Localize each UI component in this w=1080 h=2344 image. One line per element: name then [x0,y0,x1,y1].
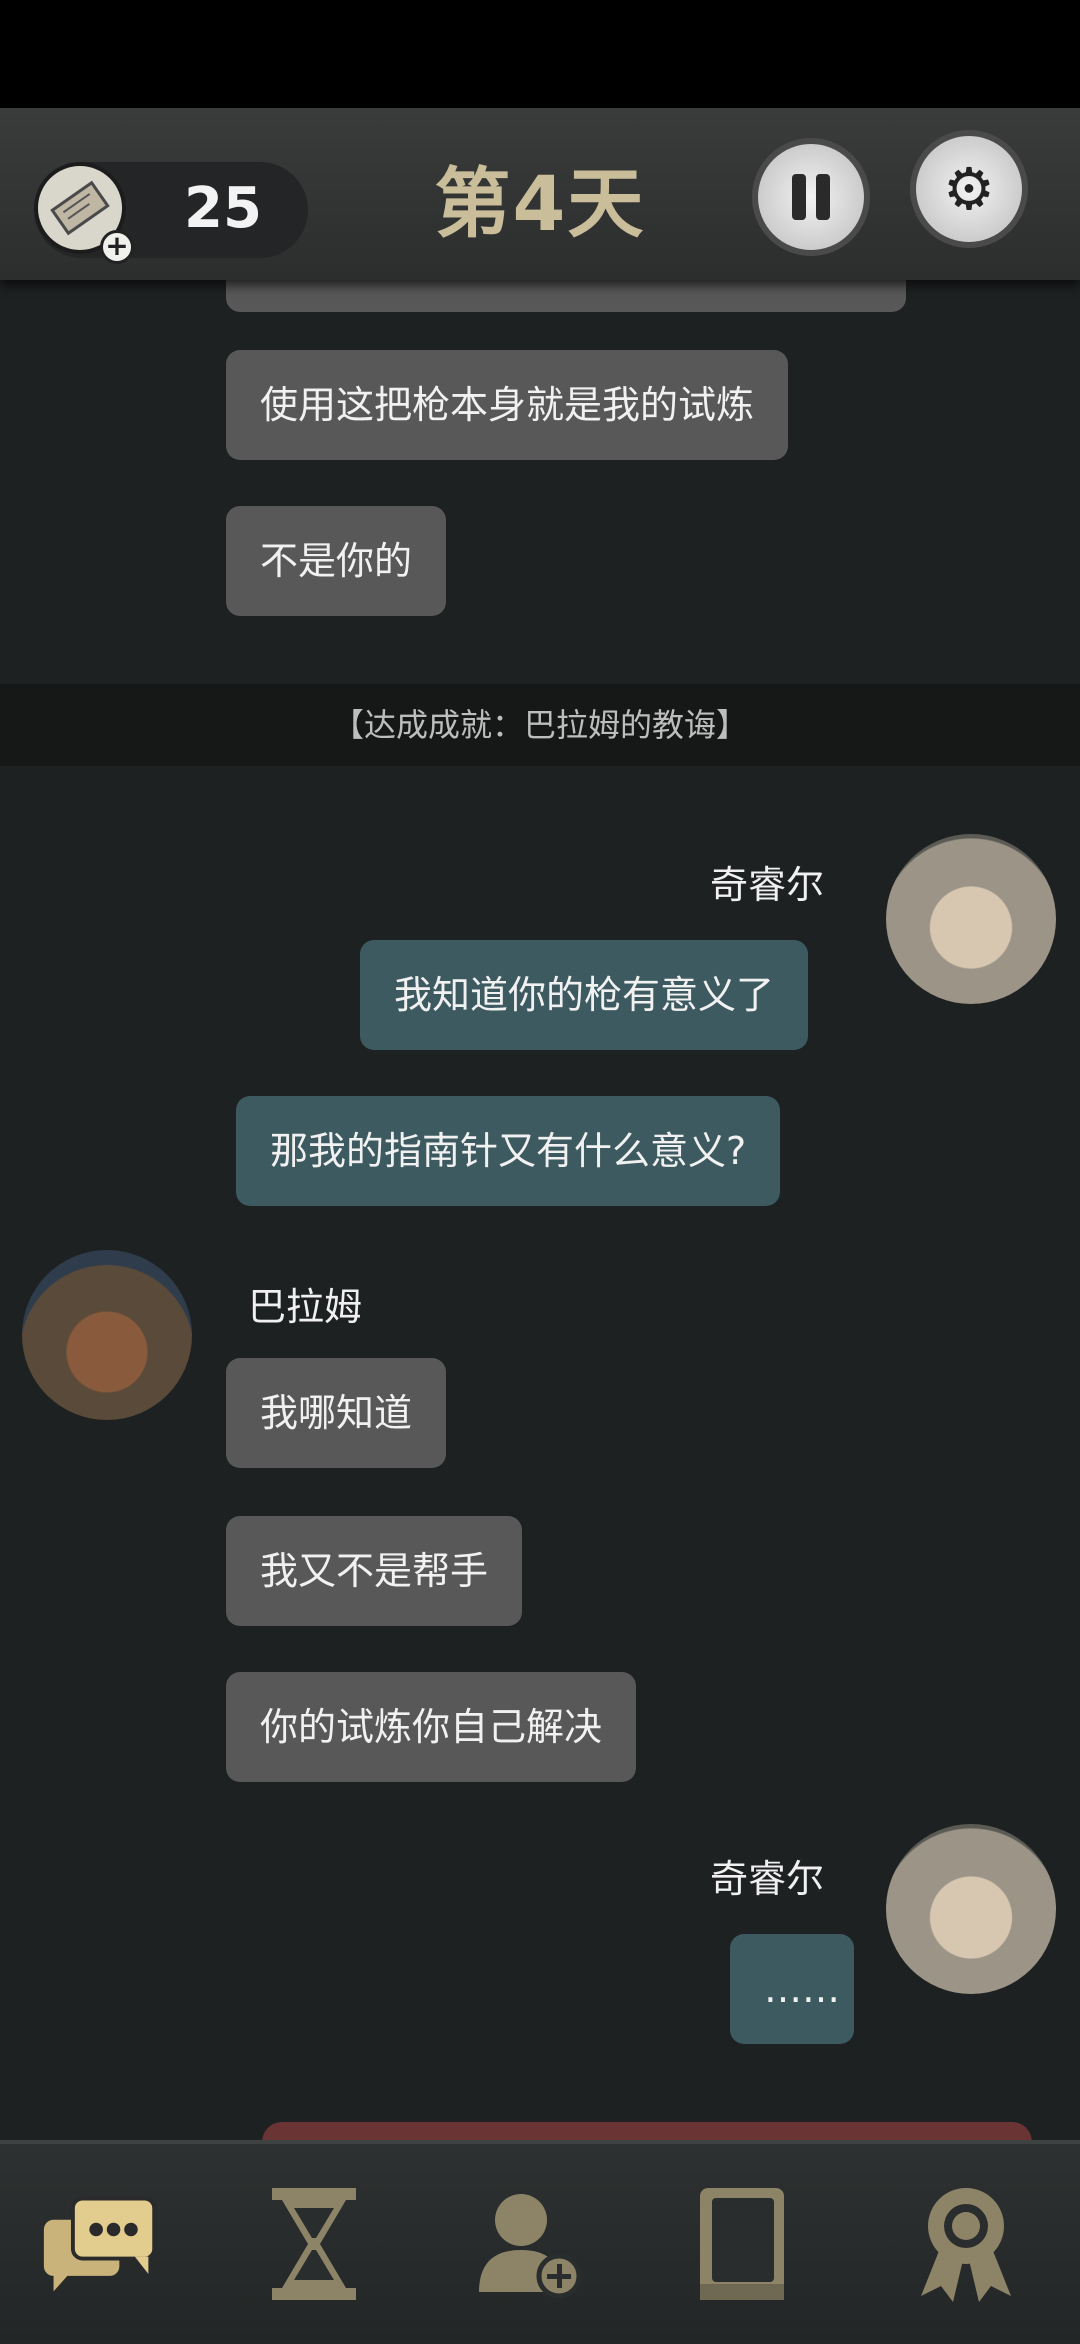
ticket-count: 25 [184,176,262,241]
message-bubble: 不是你的 [226,506,447,616]
sender-name: 巴拉姆 [248,1285,363,1329]
bottom-nav [0,2140,1080,2344]
book-icon [700,2188,784,2300]
pause-icon [792,174,806,220]
gear-icon: ⚙ [943,155,995,223]
hourglass-icon [272,2188,356,2300]
add-friend-icon [479,2194,582,2299]
achievement-icon [921,2188,1011,2302]
nav-book[interactable] [682,2184,802,2304]
message-bubble: 我哪知道 [226,1358,447,1468]
add-ticket-icon[interactable]: + [100,230,134,264]
avatar-balam[interactable] [22,1250,192,1420]
ticket-counter[interactable]: + 25 [34,162,308,264]
nav-add-friend[interactable] [468,2184,588,2304]
sender-name: 奇睿尔 [710,1857,825,1901]
message-bubble: …… [730,1934,854,2044]
pause-button[interactable] [752,138,870,256]
nav-hourglass[interactable] [254,2184,374,2304]
day-title: 第4天 [434,159,646,248]
chat-icon [43,2196,157,2292]
achievement-banner: 【达成成就：巴拉姆的教诲】 [0,684,1080,766]
avatar-kizar[interactable] [886,1824,1056,1994]
message-bubble-partial [226,280,906,312]
avatar-kizar[interactable] [886,834,1056,1004]
nav-chat[interactable] [40,2184,160,2304]
status-bar [0,0,1080,108]
top-bar: + 25 第4天 ⚙ [0,108,1080,280]
nav-achievement[interactable] [906,2184,1026,2304]
chat-feed[interactable]: 使用这把枪本身就是我的试炼 不是你的 【达成成就：巴拉姆的教诲】 奇睿尔 我知道… [0,280,1080,2140]
message-bubble: 你的试炼你自己解决 [226,1672,637,1782]
settings-button[interactable]: ⚙ [910,130,1028,248]
message-bubble: 我知道你的枪有意义了 [360,940,809,1050]
message-bubble: 那我的指南针又有什么意义? [236,1096,781,1206]
message-bubble: 使用这把枪本身就是我的试炼 [226,350,789,460]
message-bubble: 我又不是帮手 [226,1516,523,1626]
sender-name: 奇睿尔 [710,863,825,907]
